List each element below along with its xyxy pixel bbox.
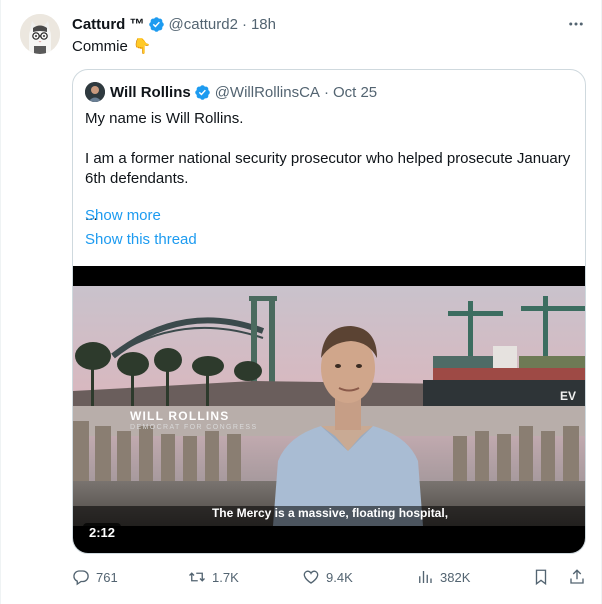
bookmark-icon	[535, 569, 547, 586]
author-name[interactable]: Catturd ™	[72, 16, 145, 33]
bookmark-button[interactable]	[532, 566, 556, 588]
quoted-tweet-header: Will Rollins @WillRollinsCA · Oct 25	[85, 82, 377, 102]
quoted-verified-badge-icon	[194, 84, 210, 100]
like-button[interactable]: 9.4K	[302, 566, 353, 588]
quoted-author-avatar[interactable]	[85, 82, 105, 102]
quoted-paragraph-1: My name is Will Rollins.	[85, 110, 244, 127]
show-more-link[interactable]: Show more	[85, 207, 161, 224]
cat-avatar-icon	[20, 14, 60, 54]
repost-icon	[189, 572, 205, 582]
quoted-tweet-date[interactable]: Oct 25	[333, 84, 377, 101]
tweet-header: Catturd ™ @catturd2 · 18h	[72, 14, 276, 34]
author-avatar[interactable]	[20, 14, 60, 54]
background-sign-text: EV	[560, 389, 577, 403]
quoted-author-handle[interactable]: @WillRollinsCA	[215, 84, 320, 101]
repost-count: 1.7K	[212, 569, 239, 585]
pointing-down-emoji: 👇	[132, 38, 152, 55]
video-duration: 2:12	[83, 523, 122, 542]
like-count: 9.4K	[326, 569, 353, 585]
quoted-separator-dot: ·	[323, 83, 329, 101]
quoted-author-name[interactable]: Will Rollins	[110, 84, 191, 101]
tweet-card[interactable]: Catturd ™ @catturd2 · 18h Commie 👇 Will …	[0, 0, 602, 604]
tweet-text-body: Commie	[72, 38, 128, 55]
quoted-tweet[interactable]: Will Rollins @WillRollinsCA · Oct 25 My …	[72, 69, 586, 554]
quoted-tweet-text: My name is Will Rollins. I am a former n…	[85, 109, 575, 223]
lower-third-title: DEMOCRAT FOR CONGRESS	[130, 424, 258, 431]
lower-third-name: WILL ROLLINS	[130, 409, 230, 423]
will-rollins-avatar-icon	[85, 82, 105, 102]
views-button[interactable]: 382K	[416, 566, 470, 588]
more-dots-icon-svg	[569, 22, 583, 26]
show-thread-link[interactable]: Show this thread	[85, 231, 197, 248]
more-dots-icon[interactable]	[566, 14, 586, 34]
video-thumbnail	[73, 286, 585, 526]
tweet-timestamp[interactable]: 18h	[251, 16, 276, 33]
share-icon	[570, 569, 584, 584]
heart-icon	[303, 570, 319, 584]
repost-button[interactable]: 1.7K	[188, 566, 239, 588]
video-caption: The Mercy is a massive, floating hospita…	[211, 506, 449, 520]
tweet-text: Commie 👇	[72, 37, 152, 57]
reply-count: 761	[96, 569, 118, 585]
share-button[interactable]	[568, 566, 592, 588]
quoted-paragraph-2: I am a former national security prosecut…	[85, 150, 571, 187]
verified-badge-icon	[148, 16, 164, 32]
reply-icon	[73, 570, 89, 586]
video-player[interactable]: WILL ROLLINS DEMOCRAT FOR CONGRESS EV Th…	[73, 266, 585, 553]
author-handle[interactable]: @catturd2	[169, 16, 238, 33]
reply-button[interactable]: 761	[72, 566, 118, 588]
action-bar: 761 1.7K 9.4K 382K	[72, 566, 588, 588]
views-chart-icon	[419, 571, 432, 583]
separator-dot: ·	[241, 15, 247, 33]
views-count: 382K	[440, 569, 471, 585]
